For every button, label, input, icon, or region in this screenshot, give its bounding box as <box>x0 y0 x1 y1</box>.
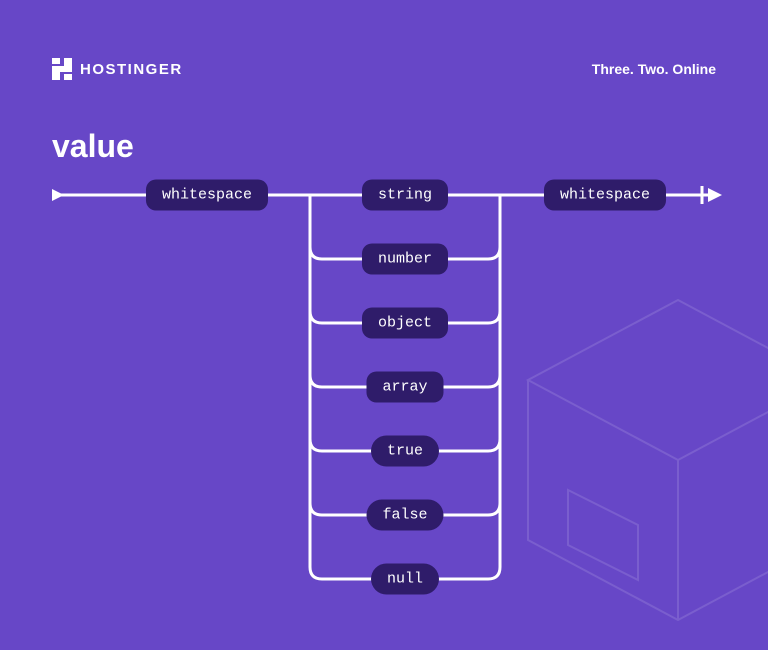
hostinger-icon <box>52 58 72 80</box>
node-false: false <box>366 500 443 531</box>
tagline: Three. Two. Online <box>592 61 716 77</box>
brand-logo: HOSTINGER <box>52 58 183 80</box>
node-null: null <box>371 564 439 595</box>
diagram-title: value <box>0 80 768 165</box>
node-string: string <box>362 180 448 211</box>
node-object: object <box>362 308 448 339</box>
node-whitespace-right: whitespace <box>544 180 666 211</box>
node-array: array <box>366 372 443 403</box>
node-number: number <box>362 244 448 275</box>
header: HOSTINGER Three. Two. Online <box>0 0 768 80</box>
node-true: true <box>371 436 439 467</box>
node-whitespace-left: whitespace <box>146 180 268 211</box>
brand-name: HOSTINGER <box>80 61 183 78</box>
railroad-diagram: whitespace whitespace string number obje… <box>0 182 768 632</box>
